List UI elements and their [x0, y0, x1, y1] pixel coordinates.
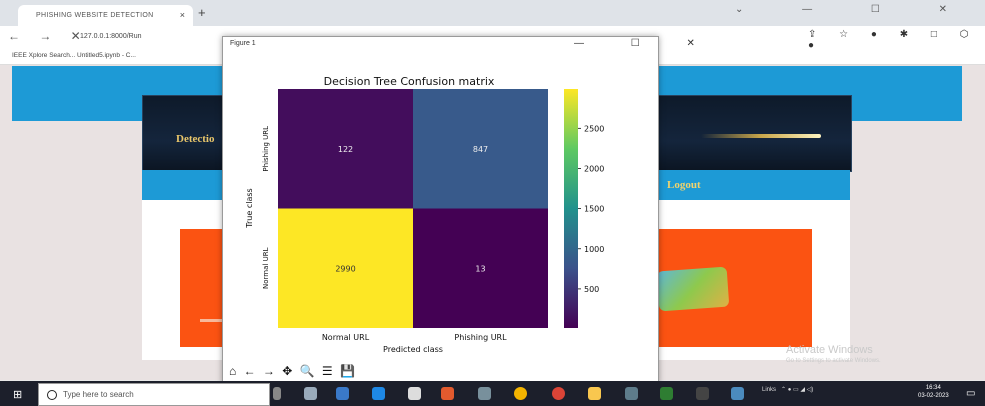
clock-time: 16:34: [925, 385, 941, 391]
taskbar-app-icon[interactable]: [478, 387, 491, 400]
taskbar-app-icon[interactable]: [441, 387, 454, 400]
taskbar-clock[interactable]: 16:34 03-02-2023: [918, 384, 949, 400]
colorbar-tick-label: 1500: [584, 205, 604, 214]
tab-title: PHISHING WEBSITE DETECTION: [36, 12, 154, 19]
cell-value-label: 13: [475, 264, 485, 273]
hero-illustration: [656, 266, 730, 312]
colorbar-ticks: 500 1000 1500 2000 2500: [578, 124, 604, 294]
clock-date: 03-02-2023: [918, 393, 949, 399]
mic-icon[interactable]: [273, 387, 281, 400]
taskbar-app-icon[interactable]: [696, 387, 709, 400]
chrome-icon[interactable]: [552, 387, 565, 400]
confusion-matrix-chart: Decision Tree Confusion matrix 122 847 299…: [245, 75, 604, 354]
cell-value-label: 2990: [335, 264, 355, 273]
figure-toolbar[interactable]: ⌂ ← → ✥ 🔍 ☰ 💾: [229, 364, 357, 378]
search-icon: [47, 389, 57, 400]
start-icon[interactable]: ⊞: [13, 388, 22, 401]
y-tick-label: Normal URL: [262, 247, 270, 289]
cell-value-label: 122: [338, 145, 353, 154]
colorbar-tick-label: 2500: [584, 124, 604, 133]
activate-windows-title: Activate Windows: [786, 344, 873, 356]
file-explorer-icon[interactable]: [588, 387, 601, 400]
tab-close-icon[interactable]: ×: [180, 10, 185, 20]
browser-tab[interactable]: PHISHING WEBSITE DETECTION ×: [18, 5, 193, 26]
colorbar: [564, 89, 578, 328]
chart-title: Decision Tree Confusion matrix: [324, 75, 495, 88]
chrome-icon[interactable]: [514, 387, 527, 400]
y-tick-labels: Phishing URL Normal URL: [262, 126, 270, 289]
store-icon[interactable]: [408, 387, 421, 400]
bookmark-items[interactable]: IEEE Xplore Search... Untitled5.ipynb - …: [12, 52, 136, 59]
banner-glow: [701, 134, 821, 138]
notification-icon[interactable]: ▭: [966, 388, 975, 399]
search-placeholder: Type here to search: [63, 390, 134, 399]
x-axis-label: Predicted class: [383, 345, 443, 354]
taskbar-app-icon[interactable]: [625, 387, 638, 400]
task-view-icon[interactable]: [304, 387, 317, 400]
cell-value-label: 847: [473, 145, 488, 154]
taskbar-app-icon[interactable]: [336, 387, 349, 400]
heatmap-cells: 122 847 2990 13: [278, 89, 548, 328]
new-tab-button[interactable]: +: [198, 5, 206, 20]
figure-window-title: Figure 1: [230, 40, 256, 47]
navigation-buttons[interactable]: ← → ✕: [8, 29, 89, 43]
browser-window-controls[interactable]: ⌄ — ☐ ✕: [735, 4, 975, 15]
python-icon[interactable]: [731, 387, 744, 400]
x-tick-label: Normal URL: [322, 333, 370, 342]
y-tick-label: Phishing URL: [262, 126, 270, 172]
system-tray[interactable]: Links ⌃ ● ▭ ◢ ◁): [762, 386, 813, 393]
figure-window-controls[interactable]: — ☐ ✕: [574, 38, 717, 49]
x-tick-labels: Normal URL Phishing URL: [322, 333, 507, 342]
tray-links: Links: [762, 387, 777, 393]
colorbar-tick-label: 1000: [584, 245, 604, 254]
y-axis-label: True class: [245, 188, 254, 228]
colorbar-tick-label: 2000: [584, 164, 604, 173]
detection-link[interactable]: Detectio: [176, 133, 214, 145]
taskbar-app-icon[interactable]: [660, 387, 673, 400]
taskbar-search-input[interactable]: Type here to search: [38, 383, 270, 406]
edge-icon[interactable]: [372, 387, 385, 400]
activate-windows-subtitle: Go to Settings to activate Windows.: [786, 358, 881, 364]
colorbar-tick-label: 500: [584, 285, 599, 294]
x-tick-label: Phishing URL: [454, 333, 507, 342]
logout-link[interactable]: Logout: [667, 179, 701, 191]
